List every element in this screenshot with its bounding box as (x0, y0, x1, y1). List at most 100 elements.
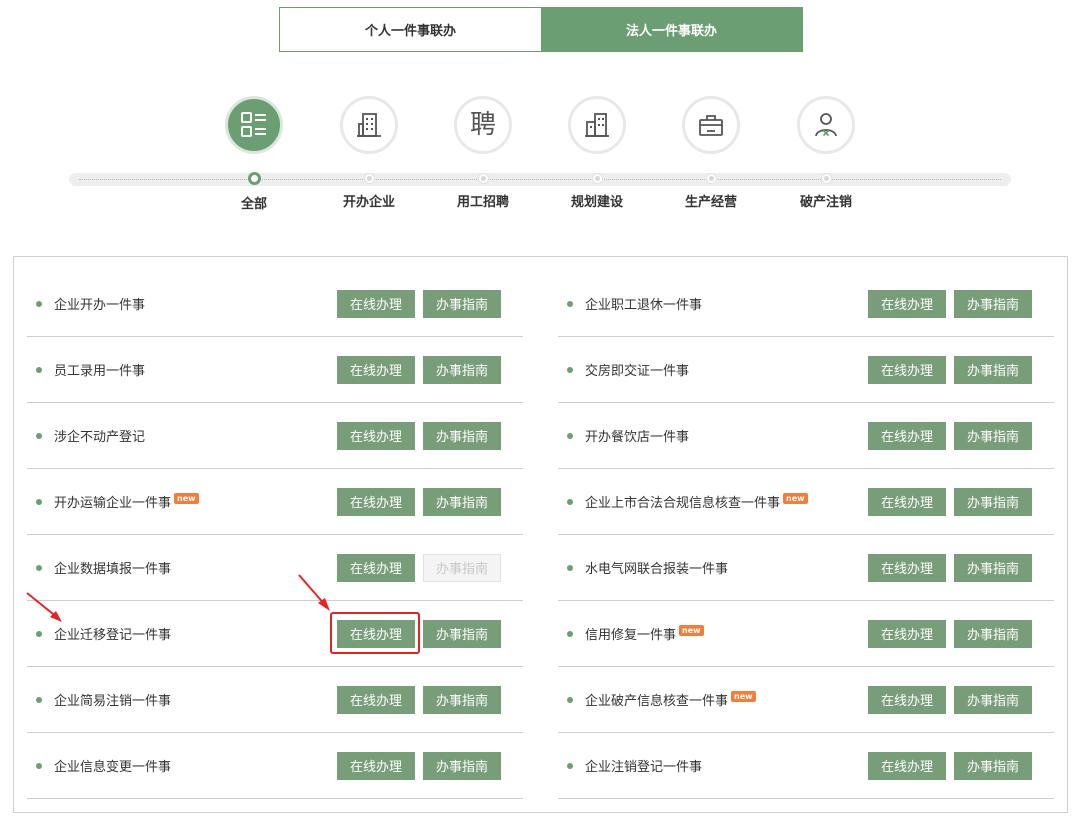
online-handle-button[interactable]: 在线办理 (337, 421, 415, 450)
online-handle-button[interactable]: 在线办理 (337, 685, 415, 714)
bullet-dot (567, 762, 573, 769)
online-handle-button[interactable]: 在线办理 (868, 289, 946, 318)
service-title-text: 开办餐饮店一件事 (585, 430, 690, 445)
service-title-text: 涉企不动产登记 (54, 430, 146, 445)
service-title-text: 企业迁移登记一件事 (54, 628, 172, 643)
category-marker (478, 174, 488, 183)
annotation-arrow-left (26, 592, 62, 622)
category-bankruptcy[interactable]: 破产注销 (769, 96, 883, 210)
service-title[interactable]: 员工录用一件事 (54, 360, 145, 379)
category-hiring[interactable]: 聘 用工招聘 (426, 96, 540, 210)
bullet-dot (36, 498, 42, 505)
category-all[interactable]: 全部 (197, 96, 311, 212)
category-label: 全部 (240, 197, 267, 212)
category-planning[interactable]: 规划建设 (540, 96, 654, 210)
category-marker (821, 174, 831, 183)
new-badge: new (679, 625, 704, 636)
guide-button[interactable]: 办事指南 (954, 355, 1032, 384)
guide-button[interactable]: 办事指南 (954, 619, 1032, 648)
online-handle-button[interactable]: 在线办理 (337, 487, 415, 516)
guide-button[interactable]: 办事指南 (954, 289, 1032, 318)
online-handle-button[interactable]: 在线办理 (337, 289, 415, 318)
bullet-dot (36, 564, 42, 571)
service-row: 水电气网联合报装一件事 在线办理 办事指南 (558, 535, 1054, 601)
service-title[interactable]: 企业数据填报一件事 (54, 558, 171, 577)
service-row: 涉企不动产登记 在线办理 办事指南 (27, 403, 523, 469)
tab-legal-entity[interactable]: 法人一件事联办 (541, 8, 802, 51)
online-handle-button[interactable]: 在线办理 (868, 685, 946, 714)
online-handle-button[interactable]: 在线办理 (868, 619, 946, 648)
annotation-arrow-button (298, 574, 330, 611)
service-title[interactable]: 企业职工退休一件事 (585, 294, 702, 313)
service-title[interactable]: 企业简易注销一件事 (54, 690, 171, 709)
service-title[interactable]: 企业上市合法合规信息核查一件事 new (585, 492, 808, 511)
online-handle-button[interactable]: 在线办理 (868, 355, 946, 384)
service-title[interactable]: 企业信息变更一件事 (54, 756, 171, 775)
category-label: 规划建设 (570, 195, 623, 210)
service-title[interactable]: 企业注销登记一件事 (585, 756, 702, 775)
briefcase-icon (699, 115, 723, 136)
service-title[interactable]: 信用修复一件事 new (585, 624, 704, 643)
guide-button[interactable]: 办事指南 (954, 553, 1032, 582)
category-label: 开办企业 (342, 195, 395, 210)
online-handle-button[interactable]: 在线办理 (337, 751, 415, 780)
service-row: 员工录用一件事 在线办理 办事指南 (27, 337, 523, 403)
service-row: 企业注销登记一件事 在线办理 办事指南 (558, 733, 1054, 799)
online-handle-button[interactable]: 在线办理 (868, 487, 946, 516)
service-title[interactable]: 开办餐饮店一件事 (585, 426, 689, 445)
new-badge: new (174, 493, 199, 504)
service-title-text: 企业简易注销一件事 (54, 694, 172, 709)
service-row: 企业简易注销一件事 在线办理 办事指南 (27, 667, 523, 733)
guide-button[interactable]: 办事指南 (954, 421, 1032, 450)
tab-personal[interactable]: 个人一件事联办 (280, 8, 541, 51)
category-label: 生产经营 (684, 195, 737, 210)
guide-button[interactable]: 办事指南 (423, 685, 501, 714)
service-row: 开办运输企业一件事 new 在线办理 办事指南 (27, 469, 523, 535)
service-title-text: 企业职工退休一件事 (585, 298, 703, 313)
service-title-text: 员工录用一件事 (54, 364, 146, 379)
buildings-icon (585, 113, 609, 137)
bullet-dot (567, 696, 573, 703)
category-icon-circle (568, 96, 626, 154)
guide-button[interactable]: 办事指南 (423, 289, 501, 318)
hire-char-icon: 聘 (469, 110, 496, 140)
guide-button: 办事指南 (423, 553, 501, 582)
guide-button[interactable]: 办事指南 (954, 685, 1032, 714)
online-handle-button[interactable]: 在线办理 (337, 553, 415, 582)
service-title[interactable]: 企业迁移登记一件事 (54, 624, 171, 643)
service-title[interactable]: 企业破产信息核查一件事 new (585, 690, 756, 709)
category-start-business[interactable]: 开办企业 (312, 96, 426, 210)
bullet-dot (36, 630, 42, 637)
service-title-text: 企业数据填报一件事 (54, 562, 172, 577)
bullet-dot (36, 762, 42, 769)
service-title[interactable]: 企业开办一件事 (54, 294, 145, 313)
online-handle-button[interactable]: 在线办理 (868, 421, 946, 450)
bullet-dot (567, 564, 573, 571)
guide-button[interactable]: 办事指南 (423, 619, 501, 648)
guide-button[interactable]: 办事指南 (423, 487, 501, 516)
category-label: 破产注销 (799, 195, 852, 210)
bullet-dot (567, 432, 573, 439)
service-title[interactable]: 水电气网联合报装一件事 (585, 558, 728, 577)
service-title[interactable]: 涉企不动产登记 (54, 426, 145, 445)
service-row: 企业迁移登记一件事 在线办理 办事指南 (27, 601, 523, 667)
online-handle-button[interactable]: 在线办理 (337, 355, 415, 384)
guide-button[interactable]: 办事指南 (954, 487, 1032, 516)
guide-button[interactable]: 办事指南 (954, 751, 1032, 780)
service-title-text: 企业开办一件事 (54, 298, 146, 313)
building-icon (357, 113, 381, 137)
guide-button[interactable]: 办事指南 (423, 751, 501, 780)
service-title[interactable]: 开办运输企业一件事 new (54, 492, 199, 511)
service-list-panel: 企业开办一件事 在线办理 办事指南 员工录用一件事 在线办理 办事指南 涉企不动产登记 在线办… (13, 256, 1068, 813)
guide-button[interactable]: 办事指南 (423, 421, 501, 450)
online-handle-button[interactable]: 在线办理 (868, 553, 946, 582)
category-marker (592, 174, 602, 183)
guide-button[interactable]: 办事指南 (423, 355, 501, 384)
service-title[interactable]: 交房即交证一件事 (585, 360, 689, 379)
grid-list-icon (241, 112, 266, 137)
service-title-text: 企业信息变更一件事 (54, 760, 172, 775)
service-row: 企业破产信息核查一件事 new 在线办理 办事指南 (558, 667, 1054, 733)
category-operations[interactable]: 生产经营 (654, 96, 768, 210)
online-handle-button[interactable]: 在线办理 (868, 751, 946, 780)
service-row: 信用修复一件事 new 在线办理 办事指南 (558, 601, 1054, 667)
